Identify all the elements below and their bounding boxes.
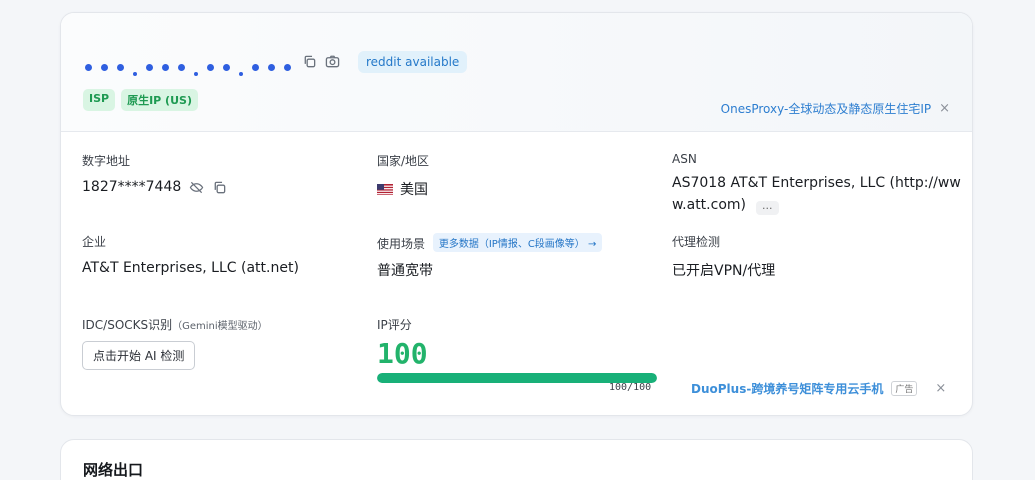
promo-onesproxy-link[interactable]: OnesProxy-全球动态及静态原生住宅IP xyxy=(721,100,931,117)
proxy-label: 代理检测 xyxy=(672,235,721,249)
masked-digit xyxy=(223,64,230,71)
close-icon[interactable]: × xyxy=(939,102,950,115)
more-data-link[interactable]: 更多数据（IP情报、C段画像等） → xyxy=(432,233,603,252)
ip-tags: ISP 原生IP (US) xyxy=(83,89,198,111)
masked-digit xyxy=(117,64,124,71)
promo-duoplus-link[interactable]: DuoPlus-跨境养号矩阵专用云手机 xyxy=(691,380,883,397)
company-value: AT&T Enterprises, LLC (att.net) xyxy=(82,260,299,276)
ai-detect-button[interactable]: 点击开始 AI 检测 xyxy=(82,341,196,370)
field-score: IP评分 100 xyxy=(377,316,428,370)
reddit-available-badge: reddit available xyxy=(358,51,468,73)
numeric-address-label: 数字地址 xyxy=(82,154,131,168)
field-asn: ASN AS7018 AT&T Enterprises, LLC (http:/… xyxy=(672,152,962,216)
score-value: 100 xyxy=(377,337,428,370)
asn-more-button[interactable]: ... xyxy=(756,200,779,215)
field-usage: 使用场景 更多数据（IP情报、C段画像等） → 普通宽带 xyxy=(377,233,603,280)
asn-label: ASN xyxy=(672,152,697,166)
promo-duoplus: DuoPlus-跨境养号矩阵专用云手机 广告 × xyxy=(691,380,946,397)
tag-isp: ISP xyxy=(83,89,116,111)
ip-info-card: reddit available ISP 原生IP (US) OnesProxy… xyxy=(60,12,973,416)
masked-digit xyxy=(178,64,185,71)
idc-note: （Gemini模型驱动） xyxy=(172,321,268,332)
asn-value-line2: w.att.com) xyxy=(672,197,746,213)
masked-digit xyxy=(207,64,214,71)
close-icon[interactable]: × xyxy=(935,382,946,395)
tag-native-ip: 原生IP (US) xyxy=(121,89,198,111)
camera-icon[interactable] xyxy=(325,54,340,69)
field-idc: IDC/SOCKS识别（Gemini模型驱动） 点击开始 AI 检测 xyxy=(82,316,268,370)
masked-digit xyxy=(146,64,153,71)
ad-badge: 广告 xyxy=(891,381,918,396)
usage-value: 普通宽带 xyxy=(377,263,433,279)
masked-digit xyxy=(101,64,108,71)
field-proxy: 代理检测 已开启VPN/代理 xyxy=(672,233,775,280)
country-value: 美国 xyxy=(400,182,428,198)
ip-separator xyxy=(194,72,198,76)
copy-icon[interactable] xyxy=(212,180,227,195)
asn-value-line1: AS7018 AT&T Enterprises, LLC (http://ww xyxy=(672,175,961,191)
masked-digit xyxy=(252,64,259,71)
field-country: 国家/地区 美国 xyxy=(377,152,429,199)
masked-digit xyxy=(162,64,169,71)
copy-icon[interactable] xyxy=(302,54,317,69)
ip-separator xyxy=(133,72,137,76)
card-header: reddit available ISP 原生IP (US) OnesProxy… xyxy=(61,13,972,132)
eye-off-icon[interactable] xyxy=(189,180,204,195)
numeric-address-value: 1827****7448 xyxy=(82,179,182,195)
proxy-value: 已开启VPN/代理 xyxy=(672,263,776,279)
masked-digit xyxy=(268,64,275,71)
field-numeric-address: 数字地址 1827****7448 xyxy=(82,152,227,195)
score-label: IP评分 xyxy=(377,318,412,332)
masked-ip-address xyxy=(85,49,300,76)
us-flag-icon xyxy=(377,183,393,195)
network-exit-title: 网络出口 xyxy=(83,461,144,479)
usage-label: 使用场景 xyxy=(377,237,426,251)
idc-label: IDC/SOCKS识别 xyxy=(82,318,173,332)
ip-row: reddit available xyxy=(85,47,468,76)
country-label: 国家/地区 xyxy=(377,154,430,168)
masked-digit xyxy=(85,64,92,71)
network-exit-card: 网络出口 xyxy=(60,439,973,480)
masked-digit xyxy=(284,64,291,71)
company-label: 企业 xyxy=(82,235,107,249)
promo-onesproxy: OnesProxy-全球动态及静态原生住宅IP × xyxy=(721,100,950,117)
field-company: 企业 AT&T Enterprises, LLC (att.net) xyxy=(82,233,299,276)
score-progress-text: 100/100 xyxy=(609,382,652,393)
ip-separator xyxy=(239,72,243,76)
